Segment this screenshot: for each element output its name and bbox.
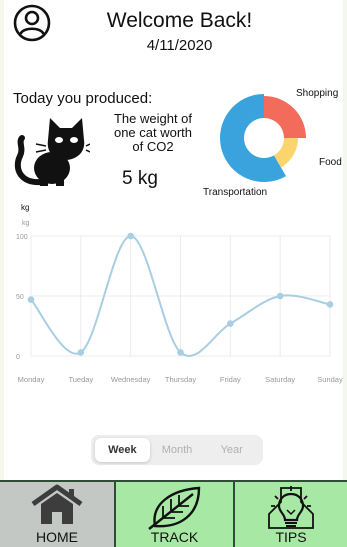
data-point — [127, 232, 134, 240]
y-axis-label: kg — [22, 220, 30, 227]
nav-home-button[interactable]: HOME — [0, 482, 116, 547]
legend-label-transportation: Transportation — [203, 187, 268, 198]
produced-heading: Today you produced: — [13, 90, 153, 107]
x-tick-label: Sunday — [317, 375, 343, 384]
data-point — [27, 296, 35, 303]
cat-comparison-line: The weight of — [113, 111, 193, 126]
x-tick-label: Tueday — [68, 375, 93, 384]
data-point — [227, 320, 234, 327]
x-tick-label: Wednesday — [111, 375, 151, 384]
chart-unit-label: kg — [21, 203, 29, 212]
nav-tips-button[interactable]: TIPS — [235, 482, 347, 547]
donut-slice-shopping — [264, 96, 306, 138]
y-tick-label: 0 — [16, 354, 20, 361]
period-option-year[interactable]: Year — [204, 438, 259, 462]
data-point — [77, 349, 85, 356]
data-point — [326, 301, 334, 308]
x-tick-label: Friday — [220, 375, 241, 384]
current-date: 4/11/2020 — [146, 37, 213, 54]
cat-comparison-text: The weight of one cat worth of CO2 — [98, 112, 208, 154]
welcome-title: Welcome Back! — [106, 9, 253, 32]
data-point — [276, 292, 284, 300]
nav-tips-label: TIPS — [275, 529, 307, 545]
y-tick-label: 50 — [16, 294, 24, 301]
bottom-navigation: HOME TRACK TIPS — [0, 480, 347, 547]
x-tick-label: Monday — [18, 375, 45, 384]
x-tick-label: Saturday — [265, 375, 295, 384]
nav-track-label: TRACK — [150, 529, 199, 545]
nav-home-label: HOME — [36, 529, 78, 545]
cat-comparison-line: of CO2 — [132, 139, 174, 154]
period-option-week[interactable]: Week — [95, 438, 150, 462]
cat-comparison-line: one cat worth — [113, 125, 193, 140]
co2-value: 5 kg — [122, 168, 158, 189]
nav-track-button[interactable]: TRACK — [116, 482, 235, 547]
data-point — [177, 349, 184, 356]
cat-icon — [14, 118, 90, 186]
legend-label-shopping: Shopping — [296, 88, 339, 99]
breakdown-donut-chart — [220, 94, 306, 182]
home-screen: Welcome Back! 4/11/2020 Today you produc… — [4, 0, 343, 547]
period-toggle: Week Month Year — [91, 435, 263, 465]
y-tick-label: 100 — [16, 234, 28, 241]
home-icon — [31, 484, 83, 524]
period-option-month[interactable]: Month — [150, 438, 205, 462]
x-tick-label: Thursday — [165, 375, 197, 384]
legend-label-food: Food — [319, 157, 342, 168]
lightbulb-icon — [268, 486, 314, 529]
leaf-icon — [147, 486, 200, 530]
weekly-line-chart: kg kg 0 50 100 Monday Tueday Wednesday Thursd… — [16, 203, 343, 384]
